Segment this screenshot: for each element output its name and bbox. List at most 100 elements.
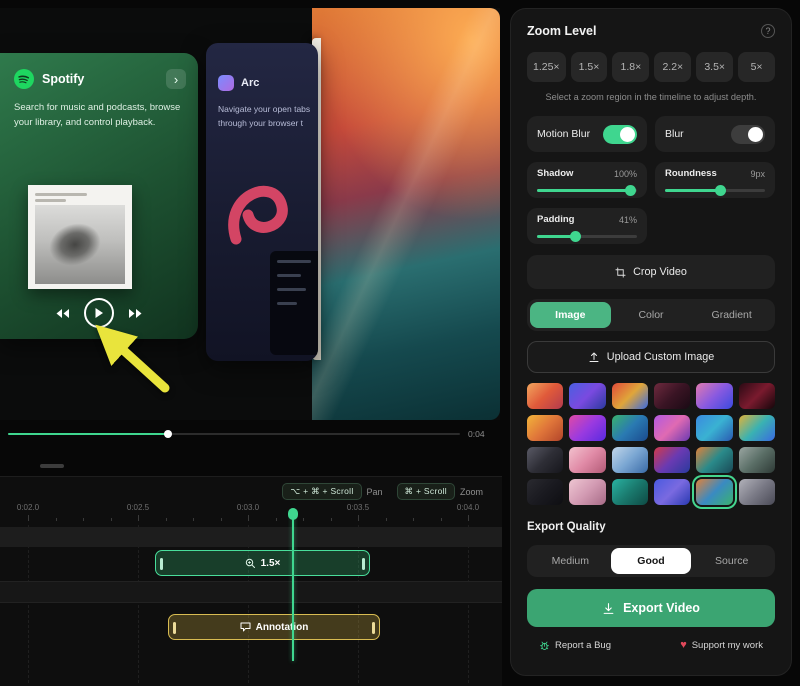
shadow-label: Shadow — [537, 168, 573, 179]
spotify-card-description: Search for music and podcasts, browse yo… — [14, 101, 186, 130]
upload-custom-image-button[interactable]: Upload Custom Image — [527, 341, 775, 373]
motion-blur-toggle[interactable] — [603, 125, 637, 144]
album-photo — [35, 205, 125, 284]
panel-resize-handle[interactable] — [40, 464, 64, 468]
ruler-tick — [166, 518, 167, 521]
shadow-slider[interactable] — [537, 185, 637, 196]
zoom-option-1.5×[interactable]: 1.5× — [571, 52, 608, 82]
export-video-button[interactable]: Export Video — [527, 589, 775, 627]
roundness-label: Roundness — [665, 168, 717, 179]
background-thumbnail-21[interactable] — [612, 479, 648, 505]
annotation-clip[interactable]: Annotation — [168, 614, 380, 640]
zoom-option-5×[interactable]: 5× — [738, 52, 775, 82]
background-thumbnail-24[interactable] — [739, 479, 775, 505]
ruler-tick — [441, 518, 442, 521]
background-thumbnail-20[interactable] — [569, 479, 605, 505]
background-thumbnail-16[interactable] — [654, 447, 690, 473]
playhead-line[interactable] — [292, 515, 294, 661]
blur-card: Blur — [655, 116, 775, 152]
ruler-tick — [28, 515, 29, 521]
tab-image[interactable]: Image — [530, 302, 611, 328]
background-thumbnail-2[interactable] — [569, 383, 605, 409]
blur-label: Blur — [665, 128, 684, 140]
zoom-option-2.2×[interactable]: 2.2× — [654, 52, 691, 82]
preview-background-wallpaper — [312, 8, 500, 420]
upload-icon — [588, 351, 600, 363]
background-thumbnail-9[interactable] — [612, 415, 648, 441]
support-link[interactable]: ♥ Support my work — [680, 640, 763, 651]
background-tabs: ImageColorGradient — [527, 299, 775, 331]
background-thumbnail-22[interactable] — [654, 479, 690, 505]
report-bug-link[interactable]: Report a Bug — [539, 640, 611, 651]
shadow-slider-card: Shadow 100% — [527, 162, 647, 198]
tab-gradient[interactable]: Gradient — [691, 302, 772, 328]
zoom-clip[interactable]: 1.5× — [155, 550, 370, 576]
quality-source[interactable]: Source — [691, 548, 772, 574]
zoom-option-1.25×[interactable]: 1.25× — [527, 52, 566, 82]
quality-medium[interactable]: Medium — [530, 548, 611, 574]
roundness-slider[interactable] — [665, 185, 765, 196]
background-thumbnail-23[interactable] — [696, 479, 732, 505]
scrubber-handle[interactable] — [164, 430, 172, 438]
padding-slider[interactable] — [537, 231, 637, 242]
ruler-tick — [221, 518, 222, 521]
background-thumbnail-18[interactable] — [739, 447, 775, 473]
album-caption-line — [35, 193, 87, 196]
background-thumbnail-5[interactable] — [696, 383, 732, 409]
motion-blur-card: Motion Blur — [527, 116, 647, 152]
crop-icon — [615, 267, 626, 278]
background-thumbnail-15[interactable] — [612, 447, 648, 473]
background-thumbnail-11[interactable] — [696, 415, 732, 441]
background-thumbnail-4[interactable] — [654, 383, 690, 409]
ruler-tick — [303, 518, 304, 521]
background-thumbnail-8[interactable] — [569, 415, 605, 441]
roundness-value: 9px — [750, 169, 765, 179]
background-thumbnail-12[interactable] — [739, 415, 775, 441]
background-thumbnail-17[interactable] — [696, 447, 732, 473]
background-thumbnail-14[interactable] — [569, 447, 605, 473]
background-thumbnail-3[interactable] — [612, 383, 648, 409]
ruler-label: 0:03.0 — [237, 503, 259, 512]
blur-toggle[interactable] — [731, 125, 765, 144]
pan-shortcut-keys: ⌥ + ⌘ + Scroll — [282, 483, 361, 500]
zoom-option-3.5×[interactable]: 3.5× — [696, 52, 733, 82]
timeline[interactable]: ⌥ + ⌘ + Scroll Pan ⌘ + Scroll Zoom 0:02.… — [0, 476, 502, 686]
heart-icon: ♥ — [680, 640, 687, 651]
timeline-gridline — [248, 525, 249, 683]
background-thumbnail-19[interactable] — [527, 479, 563, 505]
quality-good[interactable]: Good — [611, 548, 692, 574]
zoom-level-options: 1.25×1.5×1.8×2.2×3.5×5× — [527, 52, 775, 82]
ruler-tick — [138, 515, 139, 521]
timeline-gridline — [358, 525, 359, 683]
background-thumbnail-10[interactable] — [654, 415, 690, 441]
background-thumbnail-6[interactable] — [739, 383, 775, 409]
padding-slider-knob[interactable] — [570, 231, 581, 242]
zoom-option-1.8×[interactable]: 1.8× — [612, 52, 649, 82]
background-thumbnail-1[interactable] — [527, 383, 563, 409]
download-icon — [602, 602, 615, 615]
ruler-tick — [468, 515, 469, 521]
tab-color[interactable]: Color — [611, 302, 692, 328]
arc-onboarding-card: Arc Navigate your open tabs through your… — [206, 43, 318, 361]
playhead-handle[interactable] — [288, 508, 298, 520]
spotify-logo-icon — [14, 69, 34, 89]
playback-scrubber[interactable] — [8, 433, 460, 435]
roundness-slider-card: Roundness 9px — [655, 162, 775, 198]
shadow-slider-knob[interactable] — [625, 185, 636, 196]
zoom-shortcut-keys: ⌘ + Scroll — [397, 483, 455, 500]
video-preview: Spotify › Search for music and podcasts,… — [0, 8, 500, 420]
album-art — [28, 185, 132, 289]
roundness-slider-knob[interactable] — [715, 185, 726, 196]
magnifier-plus-icon — [245, 558, 256, 569]
background-thumbnail-13[interactable] — [527, 447, 563, 473]
zoom-shortcut-label: Zoom — [460, 487, 483, 497]
video-track[interactable] — [0, 527, 502, 547]
scrubber-progress — [8, 433, 168, 435]
spotify-onboarding-card: Spotify › Search for music and podcasts,… — [0, 53, 198, 339]
ruler-tick — [358, 515, 359, 521]
empty-track[interactable] — [0, 581, 502, 603]
help-icon[interactable]: ? — [761, 24, 775, 38]
background-thumbnail-7[interactable] — [527, 415, 563, 441]
timeline-gridline — [28, 525, 29, 683]
crop-video-button[interactable]: Crop Video — [527, 255, 775, 289]
